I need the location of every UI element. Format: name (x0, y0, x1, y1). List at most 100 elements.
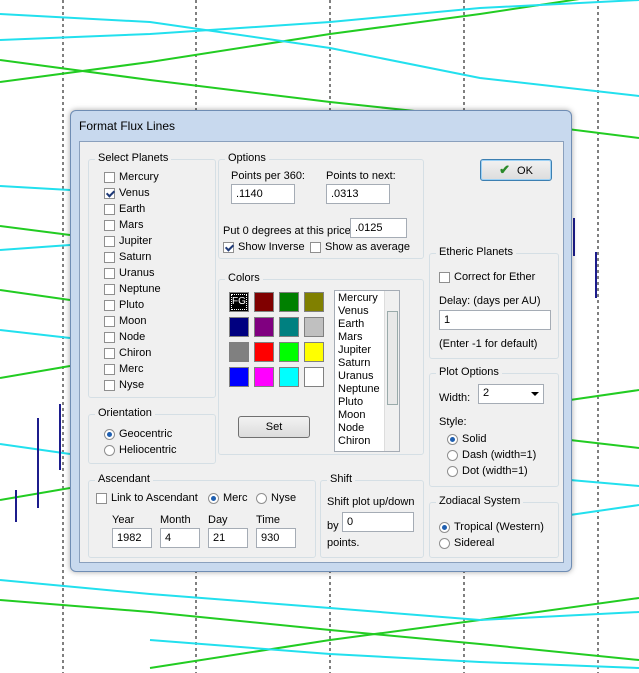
merc-radio[interactable]: Merc (208, 492, 247, 504)
planet-checkbox-box[interactable] (104, 219, 115, 231)
show-inverse-label: Show Inverse (238, 241, 305, 253)
dash-radio[interactable]: Dash (width=1) (447, 449, 536, 461)
zero-degrees-input[interactable]: .0125 (350, 218, 407, 238)
planet-checkbox-saturn[interactable]: Saturn (104, 251, 151, 263)
planet-checkbox-box[interactable] (104, 171, 115, 183)
planet-checkbox-moon[interactable]: Moon (104, 315, 147, 327)
link-to-ascendant-box[interactable] (96, 492, 107, 504)
color-swatch[interactable] (254, 317, 274, 337)
fg-swatch-label: FG (232, 296, 246, 307)
show-as-average-checkbox[interactable]: Show as average (310, 241, 410, 253)
color-swatch[interactable] (304, 342, 324, 362)
scrollbar-thumb[interactable] (387, 311, 398, 405)
planet-checkbox-box[interactable] (104, 379, 115, 391)
planet-checkbox-label: Mars (119, 219, 144, 231)
nyse-radio[interactable]: Nyse (256, 492, 296, 504)
planet-checkbox-node[interactable]: Node (104, 331, 145, 343)
listbox-scrollbar[interactable] (384, 291, 399, 451)
heliocentric-radio[interactable]: Heliocentric (104, 444, 176, 456)
planet-checkbox-box[interactable] (104, 267, 115, 279)
planet-checkbox-pluto[interactable]: Pluto (104, 299, 144, 311)
planet-checkbox-box[interactable] (104, 331, 115, 343)
tropical-radio-indicator[interactable] (439, 521, 450, 533)
planet-checkbox-box[interactable] (104, 363, 115, 375)
show-inverse-checkbox[interactable]: Show Inverse (223, 241, 305, 253)
year-input[interactable]: 1982 (112, 528, 152, 548)
planet-checkbox-mercury[interactable]: Mercury (104, 171, 159, 183)
solid-radio-indicator[interactable] (447, 433, 458, 445)
planet-checkbox-merc[interactable]: Merc (104, 363, 143, 375)
planet-checkbox-chiron[interactable]: Chiron (104, 347, 151, 359)
color-swatch[interactable] (254, 367, 274, 387)
dash-radio-indicator[interactable] (447, 449, 458, 461)
correct-for-ether-box[interactable] (439, 271, 450, 283)
day-input[interactable]: 21 (208, 528, 248, 548)
ok-button[interactable]: ✔ OK (480, 159, 552, 181)
heliocentric-radio-indicator[interactable] (104, 444, 115, 456)
planet-checkbox-box[interactable] (104, 283, 115, 295)
color-swatch[interactable] (279, 292, 299, 312)
flux-line (0, 487, 71, 501)
color-swatch[interactable] (254, 292, 274, 312)
delay-input[interactable]: 1 (439, 310, 551, 330)
color-swatch[interactable] (229, 317, 249, 337)
sidereal-radio-indicator[interactable] (439, 537, 450, 549)
geocentric-radio[interactable]: Geocentric (104, 428, 172, 440)
planet-checkbox-nyse[interactable]: Nyse (104, 379, 144, 391)
time-input[interactable]: 930 (256, 528, 296, 548)
flux-line (0, 599, 639, 661)
shift-title: Shift (327, 473, 356, 485)
color-swatch[interactable] (279, 342, 299, 362)
color-swatch[interactable] (229, 367, 249, 387)
flux-line (0, 244, 71, 251)
flux-line (0, 289, 71, 301)
color-swatch[interactable] (279, 367, 299, 387)
planet-checkbox-earth[interactable]: Earth (104, 203, 145, 215)
planet-checkbox-box[interactable] (104, 187, 115, 199)
planet-checkbox-box[interactable] (104, 299, 115, 311)
points-to-next-input[interactable]: .0313 (326, 184, 390, 204)
color-swatch[interactable]: FG (229, 292, 249, 312)
heliocentric-label: Heliocentric (119, 444, 177, 456)
solid-radio[interactable]: Solid (447, 433, 486, 445)
show-inverse-box[interactable] (223, 241, 234, 253)
planet-checkbox-jupiter[interactable]: Jupiter (104, 235, 152, 247)
planet-checkbox-box[interactable] (104, 203, 115, 215)
shift-points-label: points. (327, 537, 360, 549)
points-to-next-label: Points to next: (326, 170, 396, 182)
geocentric-radio-indicator[interactable] (104, 428, 115, 440)
planet-checkbox-venus[interactable]: Venus (104, 187, 150, 199)
link-to-ascendant-checkbox[interactable]: Link to Ascendant (96, 492, 198, 504)
planet-checkbox-uranus[interactable]: Uranus (104, 267, 154, 279)
planet-checkbox-box[interactable] (104, 235, 115, 247)
color-swatch[interactable] (304, 292, 324, 312)
color-planet-listbox[interactable]: Mercury Venus Earth Mars Jupiter Saturn Uranus… (334, 290, 400, 452)
dot-radio-indicator[interactable] (447, 465, 458, 477)
flux-line (569, 389, 639, 401)
correct-for-ether-checkbox[interactable]: Correct for Ether (439, 271, 535, 283)
nyse-label: Nyse (271, 492, 297, 504)
color-swatch[interactable] (304, 317, 324, 337)
tropical-radio[interactable]: Tropical (Western) (439, 521, 544, 533)
shift-input[interactable]: 0 (342, 512, 414, 532)
merc-radio-indicator[interactable] (208, 492, 219, 504)
width-select[interactable]: 2 (478, 384, 544, 404)
set-color-button[interactable]: Set (238, 416, 310, 438)
color-swatch[interactable] (229, 342, 249, 362)
month-input[interactable]: 4 (160, 528, 200, 548)
color-swatch[interactable] (279, 317, 299, 337)
planet-checkbox-mars[interactable]: Mars (104, 219, 143, 231)
color-swatch[interactable] (254, 342, 274, 362)
planet-checkbox-box[interactable] (104, 251, 115, 263)
sidereal-radio[interactable]: Sidereal (439, 537, 494, 549)
color-swatch[interactable] (304, 367, 324, 387)
points-per-360-input[interactable]: .1140 (231, 184, 295, 204)
dot-radio[interactable]: Dot (width=1) (447, 465, 528, 477)
nyse-radio-indicator[interactable] (256, 492, 267, 504)
planet-checkbox-neptune[interactable]: Neptune (104, 283, 161, 295)
correct-for-ether-label: Correct for Ether (454, 271, 536, 283)
show-as-average-box[interactable] (310, 241, 321, 253)
flux-line (0, 225, 71, 236)
planet-checkbox-box[interactable] (104, 347, 115, 359)
planet-checkbox-box[interactable] (104, 315, 115, 327)
